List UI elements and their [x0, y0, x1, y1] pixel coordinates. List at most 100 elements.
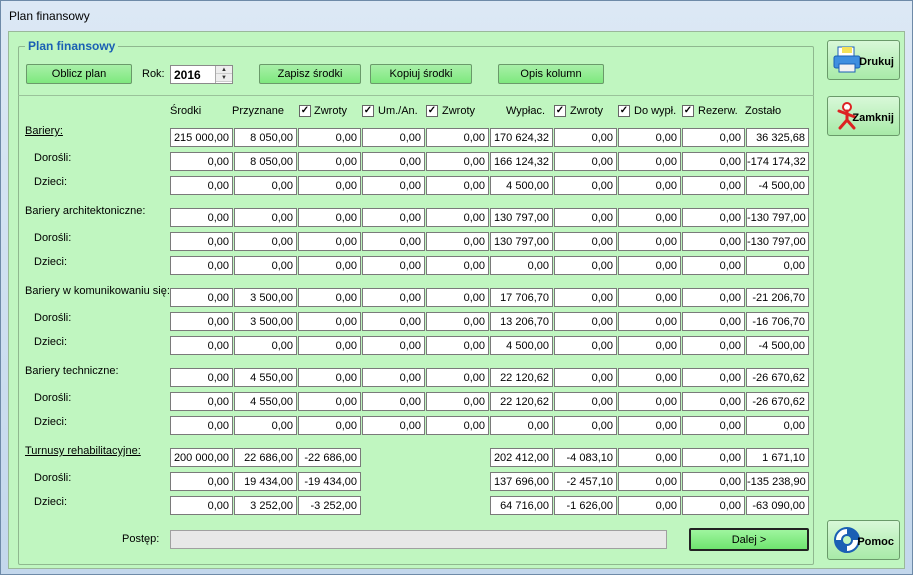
value-cell[interactable]: 0,00 [618, 128, 681, 147]
value-cell[interactable]: 0,00 [554, 176, 617, 195]
value-cell[interactable]: 0,00 [618, 416, 681, 435]
value-cell[interactable]: 13 206,70 [490, 312, 553, 331]
value-cell[interactable]: -19 434,00 [298, 472, 361, 491]
value-cell[interactable]: 0,00 [170, 176, 233, 195]
value-cell[interactable]: 0,00 [298, 232, 361, 251]
value-cell[interactable]: 0,00 [618, 288, 681, 307]
value-cell[interactable]: 0,00 [298, 368, 361, 387]
value-cell[interactable]: 0,00 [170, 288, 233, 307]
value-cell[interactable]: 0,00 [682, 336, 745, 355]
value-cell[interactable]: 0,00 [170, 312, 233, 331]
value-cell[interactable]: 0,00 [298, 256, 361, 275]
value-cell[interactable]: 0,00 [426, 416, 489, 435]
value-cell[interactable]: 137 696,00 [490, 472, 553, 491]
value-cell[interactable]: 0,00 [170, 336, 233, 355]
value-cell[interactable]: 0,00 [682, 416, 745, 435]
value-cell[interactable]: 0,00 [298, 152, 361, 171]
value-cell[interactable]: 0,00 [426, 152, 489, 171]
value-cell[interactable]: 0,00 [426, 232, 489, 251]
value-cell[interactable]: 0,00 [682, 392, 745, 411]
value-cell[interactable]: 0,00 [234, 176, 297, 195]
value-cell[interactable]: 22 120,62 [490, 392, 553, 411]
value-cell[interactable]: 0,00 [618, 208, 681, 227]
column-checkbox[interactable]: ✓ [362, 105, 374, 117]
value-cell[interactable]: 0,00 [554, 208, 617, 227]
value-cell[interactable]: 1 671,10 [746, 448, 809, 467]
value-cell[interactable]: 0,00 [554, 368, 617, 387]
value-cell[interactable]: 0,00 [362, 152, 425, 171]
value-cell[interactable]: 3 252,00 [234, 496, 297, 515]
value-cell[interactable]: 130 797,00 [490, 208, 553, 227]
value-cell[interactable]: 0,00 [426, 288, 489, 307]
value-cell[interactable]: 3 500,00 [234, 288, 297, 307]
value-cell[interactable]: 166 124,32 [490, 152, 553, 171]
value-cell[interactable]: 0,00 [618, 496, 681, 515]
value-cell[interactable]: 0,00 [362, 176, 425, 195]
value-cell[interactable]: 0,00 [682, 448, 745, 467]
value-cell[interactable]: 0,00 [170, 416, 233, 435]
value-cell[interactable]: 0,00 [618, 472, 681, 491]
value-cell[interactable]: 22 120,62 [490, 368, 553, 387]
value-cell[interactable]: 0,00 [362, 288, 425, 307]
value-cell[interactable]: 0,00 [170, 368, 233, 387]
value-cell[interactable]: 0,00 [298, 336, 361, 355]
value-cell[interactable]: -4 500,00 [746, 336, 809, 355]
spin-up-icon[interactable]: ▲ [216, 66, 232, 74]
value-cell[interactable]: 0,00 [554, 128, 617, 147]
value-cell[interactable]: 4 550,00 [234, 392, 297, 411]
value-cell[interactable]: 0,00 [362, 208, 425, 227]
value-cell[interactable]: 0,00 [554, 152, 617, 171]
value-cell[interactable]: 0,00 [554, 288, 617, 307]
value-cell[interactable]: 0,00 [298, 128, 361, 147]
value-cell[interactable]: 0,00 [554, 256, 617, 275]
value-cell[interactable]: 4 550,00 [234, 368, 297, 387]
value-cell[interactable]: -3 252,00 [298, 496, 361, 515]
value-cell[interactable]: 0,00 [682, 288, 745, 307]
opis-kolumn-button[interactable]: Opis kolumn [498, 64, 604, 84]
zamknij-button[interactable]: Zamknij [827, 96, 900, 136]
value-cell[interactable]: 0,00 [298, 176, 361, 195]
value-cell[interactable]: 0,00 [170, 256, 233, 275]
value-cell[interactable]: 0,00 [362, 232, 425, 251]
value-cell[interactable]: 215 000,00 [170, 128, 233, 147]
value-cell[interactable]: 0,00 [426, 312, 489, 331]
value-cell[interactable]: 0,00 [618, 232, 681, 251]
value-cell[interactable]: -22 686,00 [298, 448, 361, 467]
value-cell[interactable]: 0,00 [362, 256, 425, 275]
value-cell[interactable]: 0,00 [362, 312, 425, 331]
value-cell[interactable]: 0,00 [682, 368, 745, 387]
value-cell[interactable]: 64 716,00 [490, 496, 553, 515]
value-cell[interactable]: 0,00 [170, 472, 233, 491]
value-cell[interactable]: 0,00 [362, 416, 425, 435]
value-cell[interactable]: 0,00 [490, 256, 553, 275]
value-cell[interactable]: 0,00 [618, 176, 681, 195]
value-cell[interactable]: 0,00 [170, 392, 233, 411]
value-cell[interactable]: 202 412,00 [490, 448, 553, 467]
value-cell[interactable]: 0,00 [298, 208, 361, 227]
value-cell[interactable]: 0,00 [554, 232, 617, 251]
column-checkbox[interactable]: ✓ [554, 105, 566, 117]
value-cell[interactable]: 0,00 [554, 312, 617, 331]
value-cell[interactable]: 17 706,70 [490, 288, 553, 307]
value-cell[interactable]: -26 670,62 [746, 392, 809, 411]
value-cell[interactable]: -16 706,70 [746, 312, 809, 331]
value-cell[interactable]: 0,00 [682, 208, 745, 227]
value-cell[interactable]: 0,00 [618, 312, 681, 331]
value-cell[interactable]: 0,00 [170, 496, 233, 515]
value-cell[interactable]: 0,00 [682, 472, 745, 491]
value-cell[interactable]: 0,00 [746, 256, 809, 275]
value-cell[interactable]: 8 050,00 [234, 128, 297, 147]
value-cell[interactable]: 0,00 [426, 336, 489, 355]
value-cell[interactable]: 0,00 [362, 128, 425, 147]
value-cell[interactable]: 0,00 [234, 208, 297, 227]
value-cell[interactable]: 0,00 [682, 152, 745, 171]
value-cell[interactable]: 0,00 [170, 208, 233, 227]
value-cell[interactable]: -174 174,32 [746, 152, 809, 171]
column-checkbox[interactable]: ✓ [426, 105, 438, 117]
spinner-arrows[interactable]: ▲ ▼ [215, 66, 232, 83]
column-checkbox[interactable]: ✓ [299, 105, 311, 117]
value-cell[interactable]: 130 797,00 [490, 232, 553, 251]
value-cell[interactable]: -4 500,00 [746, 176, 809, 195]
value-cell[interactable]: 0,00 [682, 312, 745, 331]
value-cell[interactable]: 0,00 [426, 256, 489, 275]
